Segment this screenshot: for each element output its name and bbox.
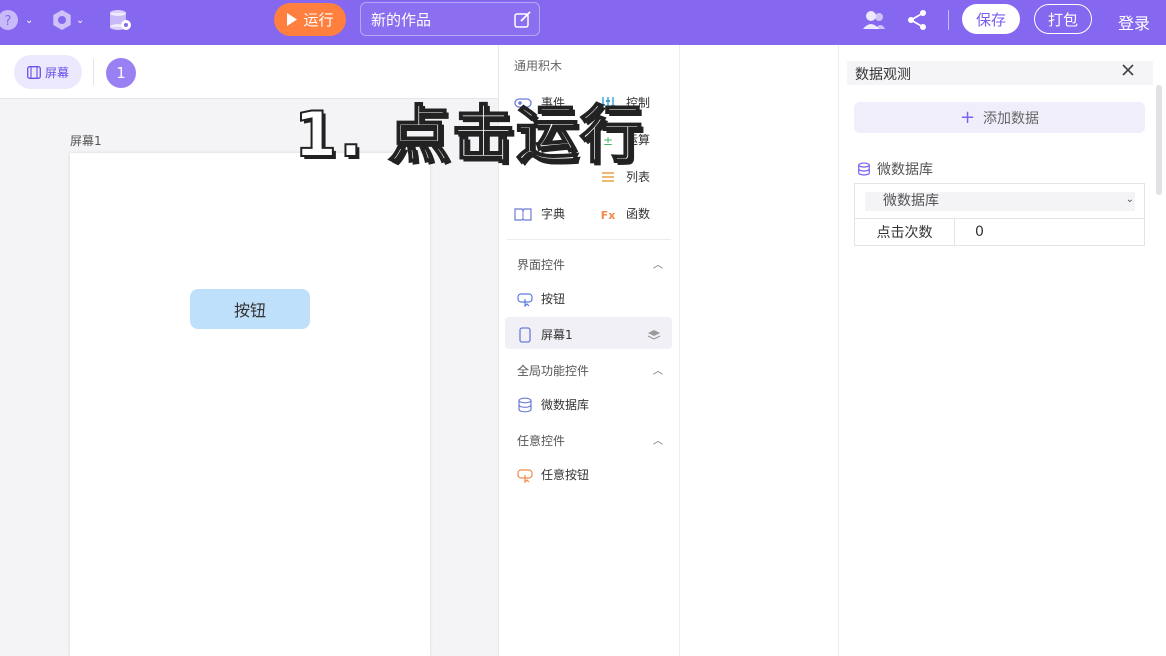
dictionary-icon (514, 207, 532, 221)
help-menu[interactable]: ? ⌄ (0, 9, 33, 31)
screen-tab[interactable]: 屏幕 (14, 55, 82, 89)
help-icon: ? (0, 10, 18, 30)
screen-icon (27, 65, 41, 79)
section-divider (507, 239, 671, 240)
top-bar: ? ⌄ ⌄ 运行 新的作品 保存 打包 登录 (0, 0, 1166, 45)
panel-title: 数据观测 (855, 67, 911, 83)
group-label: 全局功能控件 (517, 364, 590, 378)
database-section-label: 微数据库 (857, 159, 933, 179)
database-icon (518, 397, 532, 412)
canvas-toolbar: 屏幕 1 (0, 45, 498, 99)
run-label: 运行 (303, 11, 334, 29)
block-dictionary[interactable]: 字典 (513, 205, 565, 222)
add-data-button[interactable]: + 添加数据 (854, 102, 1145, 133)
group-any-controls[interactable]: 任意控件 ︿ (517, 432, 667, 449)
component-label: 任意按钮 (541, 468, 590, 482)
database-select[interactable]: 微数据库 ⌄ (854, 183, 1145, 218)
add-data-label: 添加数据 (983, 110, 1040, 127)
pack-button[interactable]: 打包 (1034, 4, 1092, 34)
group-global-controls[interactable]: 全局功能控件 ︿ (517, 362, 667, 379)
screen-tab-label: 屏幕 (44, 65, 69, 80)
edit-icon[interactable] (514, 11, 531, 28)
login-link[interactable]: 登录 (1118, 10, 1150, 34)
phone-icon (519, 326, 531, 343)
toolbar-separator (93, 59, 94, 85)
component-micro-database[interactable]: 微数据库 (517, 396, 589, 413)
blocks-section-title: 通用积木 (514, 59, 563, 73)
preview-button[interactable]: 按钮 (190, 289, 310, 329)
function-icon: Fx (601, 209, 616, 221)
tutorial-overlay-text: 1. 点击运行 (293, 98, 645, 171)
group-label: 任意控件 (517, 434, 566, 448)
plus-icon: + (959, 107, 976, 128)
close-icon[interactable] (1121, 63, 1135, 77)
block-function[interactable]: Fx 函数 (598, 205, 650, 222)
screen-number-badge[interactable]: 1 (106, 58, 136, 88)
block-label: 函数 (626, 207, 651, 221)
database-button[interactable] (108, 9, 132, 31)
project-title: 新的作品 (371, 10, 432, 29)
share-button[interactable] (906, 9, 928, 31)
toolbar-divider (948, 10, 949, 30)
data-value: 0 (975, 224, 984, 240)
layers-icon[interactable] (647, 329, 661, 341)
database-select-value: 微数据库 (865, 192, 1135, 211)
database-label-text: 微数据库 (877, 162, 933, 178)
chevron-down-icon: ⌄ (76, 14, 85, 26)
component-screen[interactable]: 屏幕1 (517, 326, 573, 343)
save-button[interactable]: 保存 (962, 4, 1020, 34)
block-workspace[interactable] (679, 45, 838, 656)
scrollbar[interactable] (1156, 85, 1162, 195)
group-label: 界面控件 (517, 258, 566, 272)
chevron-up-icon: ︿ (653, 436, 663, 447)
phone-screen[interactable]: 按钮 (70, 153, 430, 656)
database-icon (858, 162, 870, 176)
data-key: 点击次数 (855, 219, 955, 245)
chevron-up-icon: ︿ (653, 260, 663, 271)
button-component-icon (517, 292, 533, 307)
chevron-up-icon: ︿ (653, 366, 663, 377)
block-label: 字典 (541, 207, 566, 221)
project-title-field[interactable]: 新的作品 (360, 2, 540, 36)
chevron-down-icon: ⌄ (25, 14, 34, 26)
component-label: 屏幕1 (541, 328, 573, 342)
svg-text:Fx: Fx (601, 209, 616, 221)
component-any-button[interactable]: 任意按钮 (517, 466, 589, 483)
database-icon (110, 10, 131, 30)
list-icon (602, 171, 614, 182)
component-button[interactable]: 按钮 (517, 290, 565, 307)
data-observer-panel: 数据观测 + 添加数据 微数据库 微数据库 ⌄ 点击次数 0 (838, 45, 1166, 656)
collaborators-button[interactable] (862, 9, 886, 31)
chevron-down-icon: ⌄ (1125, 194, 1134, 205)
screen-name-label: 屏幕1 (70, 134, 102, 148)
data-row: 点击次数 0 (854, 218, 1145, 246)
any-button-icon (517, 468, 533, 483)
group-ui-controls[interactable]: 界面控件 ︿ (517, 256, 667, 273)
svg-text:?: ? (5, 14, 12, 29)
play-icon (287, 13, 298, 26)
users-icon (863, 11, 885, 29)
run-button[interactable]: 运行 (274, 3, 346, 36)
settings-icon (53, 10, 71, 30)
component-label: 按钮 (541, 292, 566, 306)
share-icon (908, 10, 926, 30)
component-label: 微数据库 (541, 398, 590, 412)
settings-menu[interactable]: ⌄ (51, 9, 84, 31)
